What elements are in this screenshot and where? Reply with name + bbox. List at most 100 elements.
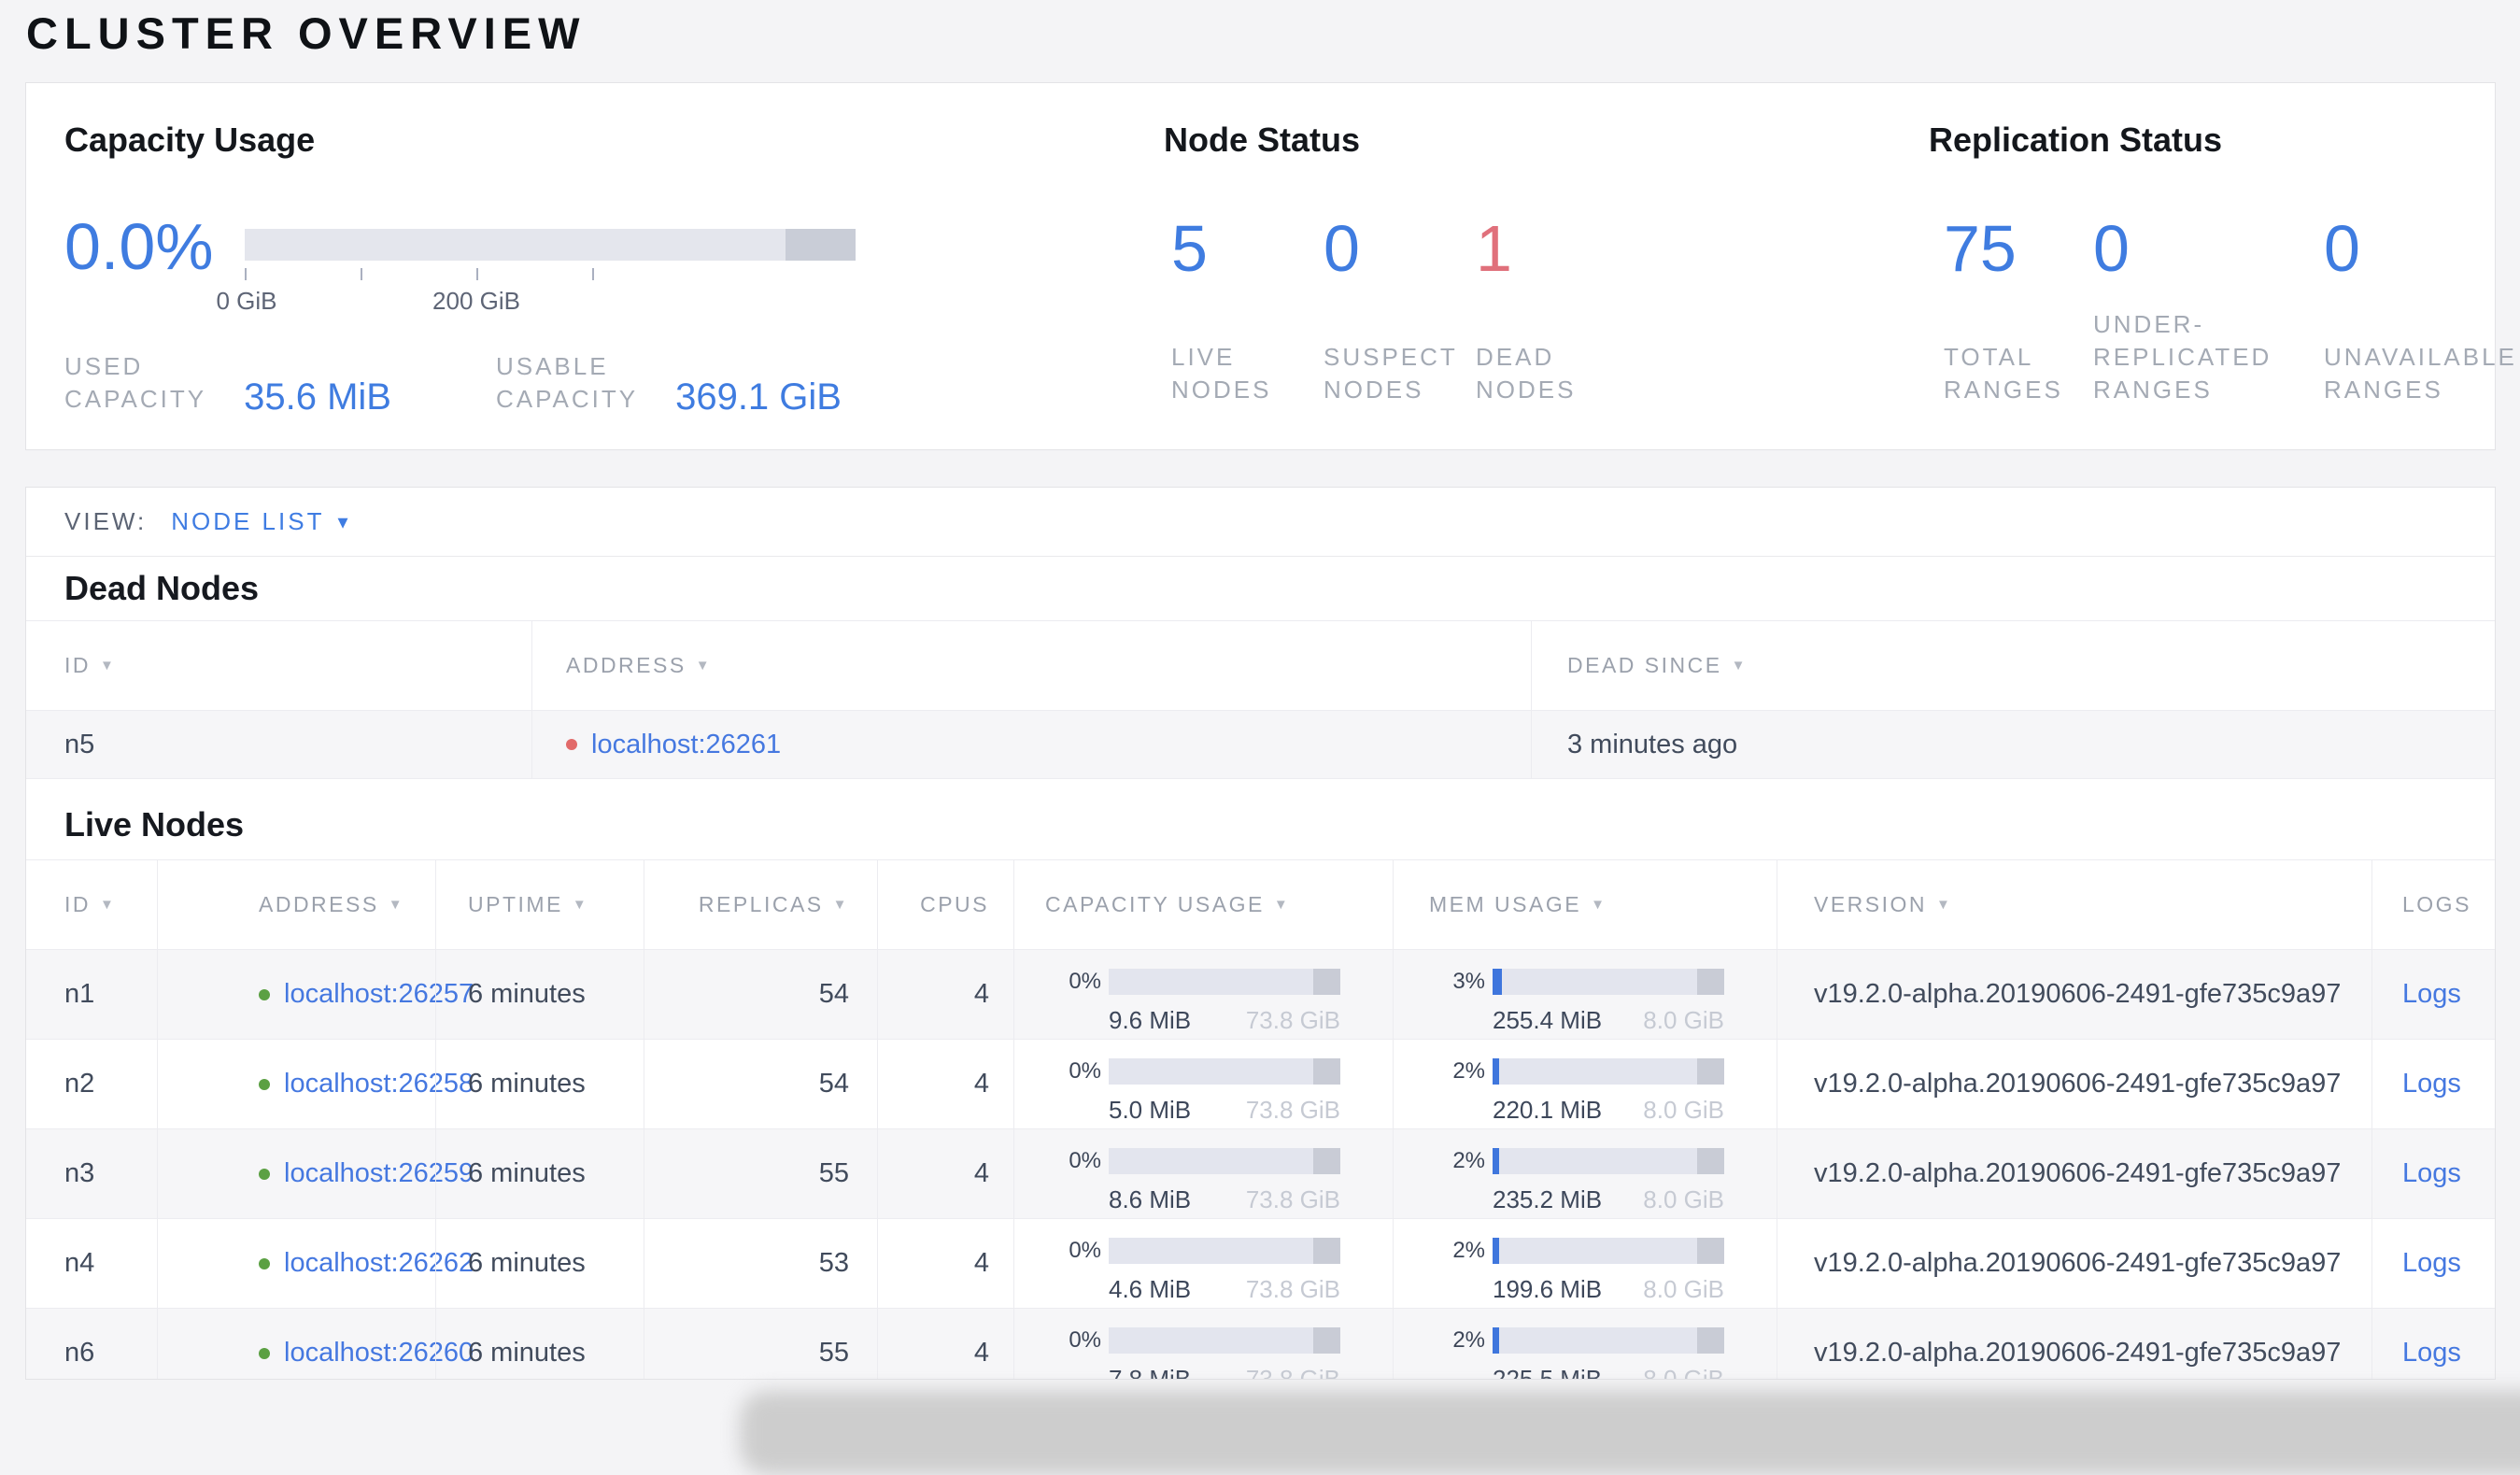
used-capacity-value: 35.6 MiB <box>244 376 391 418</box>
unavailable-ranges-stat: 0 UNAVAILABLE RANGES <box>2324 216 2520 406</box>
capacity-bar-track <box>245 229 856 261</box>
capacity-usage-title: Capacity Usage <box>64 121 316 159</box>
node-mem-usage: 3% 255.4 MiB 8.0 GiB <box>1393 950 1777 1039</box>
live-nodes-label: LIVE NODES <box>1171 343 1272 404</box>
replication-status-stats: 75 TOTAL RANGES 0 UNDER- REPLICATED RANG… <box>1944 216 2520 406</box>
node-id: n1 <box>64 979 95 1009</box>
node-version: v19.2.0-alpha.20190606-2491-gfe735c9a97 <box>1777 1309 2371 1379</box>
view-bar: VIEW: NODE LIST ▾ <box>26 488 2495 557</box>
live-node-row: n6 localhost:26260 6 minutes 55 4 0% 7.8… <box>26 1308 2495 1379</box>
sort-arrow-icon: ▼ <box>100 658 117 674</box>
node-replicas: 55 <box>644 1309 877 1379</box>
view-dropdown[interactable]: NODE LIST ▾ <box>171 507 347 536</box>
nodes-card: VIEW: NODE LIST ▾ Dead Nodes ID ▼ ADDRESS… <box>25 487 2496 1380</box>
node-address-cell: localhost:26258 <box>157 1040 474 1128</box>
view-label: VIEW: <box>64 507 148 535</box>
capacity-usage-section: Capacity Usage 0.0% 0 GiB 200 GiB USED C… <box>64 83 1111 449</box>
column-header-id[interactable]: ID ▼ <box>26 860 157 949</box>
dead-nodes-heading: Dead Nodes <box>64 569 260 607</box>
dead-nodes-table: ID ▼ ADDRESS ▼ DEAD SINCE ▼ n5 localhost:26… <box>26 620 2495 779</box>
live-status-dot-icon <box>259 1168 270 1180</box>
sort-arrow-icon: ▼ <box>1591 897 1607 913</box>
column-header-capacity-usage[interactable]: CAPACITY USAGE ▼ <box>1013 860 1393 949</box>
capacity-meter <box>1109 969 1340 995</box>
node-status-title: Node Status <box>1164 121 1361 159</box>
node-version: v19.2.0-alpha.20190606-2491-gfe735c9a97 <box>1777 950 2371 1039</box>
dead-nodes-header-row: ID ▼ ADDRESS ▼ DEAD SINCE ▼ <box>26 621 2495 710</box>
column-header-id[interactable]: ID ▼ <box>26 621 531 710</box>
node-address-link[interactable]: localhost:26261 <box>591 730 781 760</box>
node-address-cell: localhost:26257 <box>157 950 474 1039</box>
cluster-overview-page: CLUSTER OVERVIEW Capacity Usage 0.0% 0 G… <box>0 0 2520 1475</box>
live-status-dot-icon <box>259 988 270 1000</box>
node-id: n6 <box>64 1338 95 1368</box>
node-uptime: 6 minutes <box>435 1219 644 1308</box>
node-status-stats: 5 LIVE NODES 0 SUSPECT NODES 1 DEAD NODE… <box>1171 216 1628 406</box>
live-status-dot-icon <box>259 1347 270 1359</box>
column-header-version[interactable]: VERSION ▼ <box>1777 860 2371 949</box>
page-title: CLUSTER OVERVIEW <box>26 8 587 58</box>
node-logs-cell: Logs <box>2371 1129 2495 1218</box>
column-header-replicas[interactable]: REPLICAS ▼ <box>644 860 877 949</box>
sort-arrow-icon: ▼ <box>100 897 117 913</box>
node-id: n3 <box>64 1158 95 1188</box>
suspect-nodes-count: 0 <box>1324 212 1360 285</box>
node-capacity-usage: 0% 5.0 MiB 73.8 GiB <box>1013 1040 1393 1128</box>
logs-link[interactable]: Logs <box>2402 1338 2461 1369</box>
node-version: v19.2.0-alpha.20190606-2491-gfe735c9a97 <box>1777 1040 2371 1128</box>
logs-link[interactable]: Logs <box>2402 1248 2461 1279</box>
dead-since-value: 3 minutes ago <box>1531 711 2495 778</box>
node-cpus: 4 <box>877 1129 1013 1218</box>
logs-link[interactable]: Logs <box>2402 1069 2461 1099</box>
node-mem-usage: 2% 235.2 MiB 8.0 GiB <box>1393 1129 1777 1218</box>
sort-arrow-icon: ▼ <box>832 897 849 913</box>
live-nodes-heading: Live Nodes <box>64 805 245 844</box>
used-capacity-label: USED CAPACITY <box>64 352 207 413</box>
node-cpus: 4 <box>877 1309 1013 1379</box>
chevron-down-icon: ▾ <box>337 509 348 533</box>
replication-status-section: Replication Status 75 TOTAL RANGES 0 UND… <box>1929 83 2514 449</box>
sort-arrow-icon: ▼ <box>388 897 405 913</box>
node-id: n2 <box>64 1069 95 1099</box>
node-replicas: 53 <box>644 1219 877 1308</box>
node-replicas: 54 <box>644 1040 877 1128</box>
sort-arrow-icon: ▼ <box>1273 897 1291 913</box>
node-logs-cell: Logs <box>2371 1309 2495 1379</box>
capacity-meter <box>1109 1327 1340 1354</box>
column-header-dead-since[interactable]: DEAD SINCE ▼ <box>1531 621 2495 710</box>
column-header-logs: LOGS <box>2371 860 2495 949</box>
column-header-address[interactable]: ADDRESS ▼ <box>157 860 435 949</box>
capacity-usage-bar: 0 GiB 200 GiB <box>216 229 856 315</box>
unavailable-ranges-label: UNAVAILABLE RANGES <box>2324 343 2517 404</box>
usable-capacity-label: USABLE CAPACITY <box>495 352 639 413</box>
replication-status-title: Replication Status <box>1929 121 2223 159</box>
node-logs-cell: Logs <box>2371 1040 2495 1128</box>
node-uptime: 6 minutes <box>435 1040 644 1128</box>
axis-tick <box>592 268 594 280</box>
capacity-meter <box>1109 1148 1340 1174</box>
logs-link[interactable]: Logs <box>2402 979 2461 1010</box>
live-node-row: n3 localhost:26259 6 minutes 55 4 0% 8.6… <box>26 1128 2495 1218</box>
axis-label-200gib: 200 GiB <box>432 287 520 315</box>
axis-label-0gib: 0 GiB <box>216 287 277 315</box>
suspect-nodes-stat: 0 SUSPECT NODES <box>1324 216 1476 406</box>
node-capacity-usage: 0% 4.6 MiB 73.8 GiB <box>1013 1219 1393 1308</box>
live-node-row: n1 localhost:26257 6 minutes 54 4 0% 9.6… <box>26 949 2495 1039</box>
node-capacity-usage: 0% 7.8 MiB 73.8 GiB <box>1013 1309 1393 1379</box>
dead-nodes-stat: 1 DEAD NODES <box>1476 216 1628 406</box>
bottom-edge-shadow <box>740 1391 2520 1475</box>
column-header-mem-usage[interactable]: MEM USAGE ▼ <box>1393 860 1777 949</box>
dead-nodes-label: DEAD NODES <box>1476 343 1577 404</box>
live-nodes-count: 5 <box>1171 212 1208 285</box>
dead-nodes-count: 1 <box>1476 212 1512 285</box>
mem-meter <box>1493 1327 1724 1354</box>
node-id: n4 <box>64 1248 95 1278</box>
node-capacity-usage: 0% 9.6 MiB 73.8 GiB <box>1013 950 1393 1039</box>
live-node-row: n4 localhost:26262 6 minutes 53 4 0% 4.6… <box>26 1218 2495 1308</box>
column-header-uptime[interactable]: UPTIME ▼ <box>435 860 644 949</box>
logs-link[interactable]: Logs <box>2402 1158 2461 1189</box>
column-header-address[interactable]: ADDRESS ▼ <box>531 621 1531 710</box>
node-id: n5 <box>64 729 95 759</box>
view-selected-value: NODE LIST <box>171 507 325 535</box>
node-replicas: 54 <box>644 950 877 1039</box>
